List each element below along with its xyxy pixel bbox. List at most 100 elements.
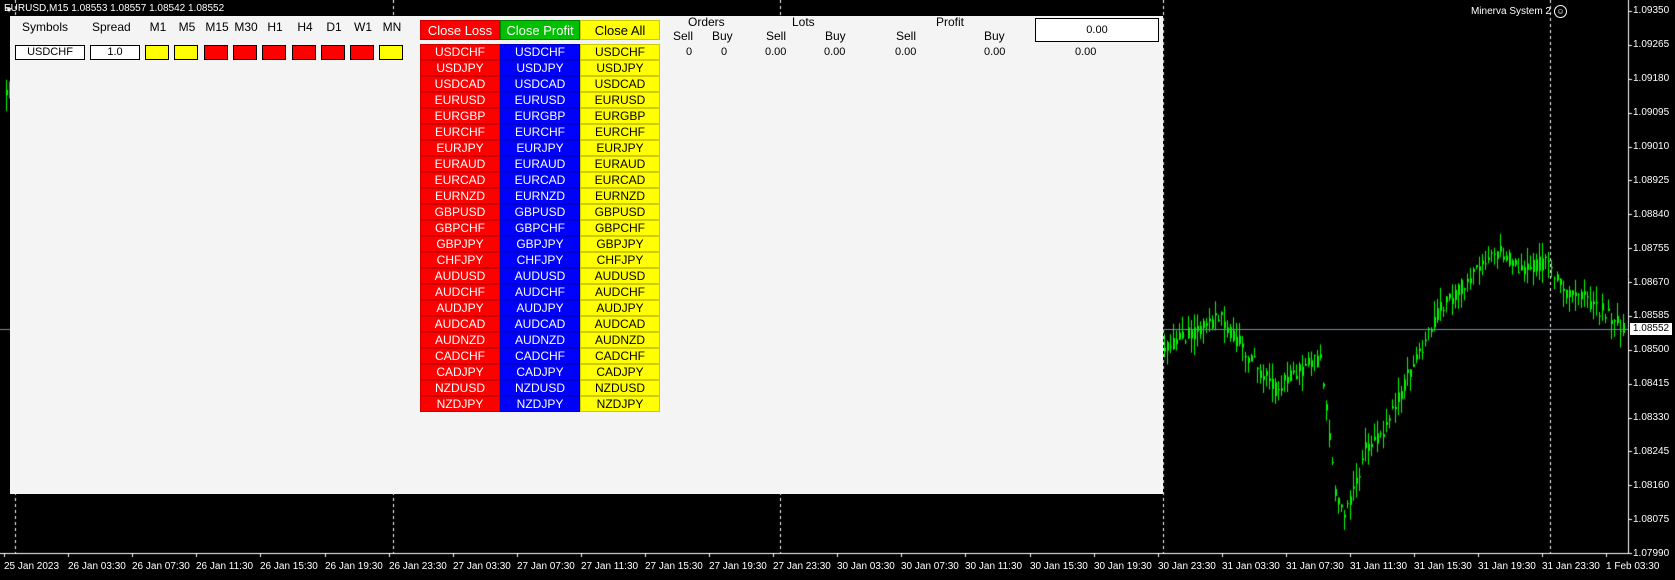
close-loss-button[interactable]: Close Loss [420,20,500,40]
close-loss-pair-button[interactable]: AUDCHF [420,284,500,300]
profit-buy-value: 0.00 [984,46,1006,58]
close-profit-pair-button[interactable]: CADJPY [500,364,580,380]
close-loss-pair-button[interactable]: CADCHF [420,348,500,364]
close-all-pair-button[interactable]: GBPCHF [580,220,660,236]
close-all-pair-button[interactable]: AUDCHF [580,284,660,300]
close-all-pair-button[interactable]: EURJPY [580,140,660,156]
close-all-pair-button[interactable]: CADJPY [580,364,660,380]
close-profit-pair-button[interactable]: EURUSD [500,92,580,108]
total-profit-box: 0.00 [1035,18,1159,42]
timeframe-label: M15 [205,20,229,34]
timeframe-status-indicator [174,45,198,60]
close-all-pair-button[interactable]: CADCHF [580,348,660,364]
close-profit-pair-button[interactable]: CADCHF [500,348,580,364]
close-all-pair-button[interactable]: NZDJPY [580,396,660,412]
close-profit-pair-button[interactable]: EURAUD [500,156,580,172]
close-loss-pair-button[interactable]: GBPJPY [420,236,500,252]
close-loss-pair-button[interactable]: GBPUSD [420,204,500,220]
close-loss-pair-button[interactable]: USDCHF [420,44,500,60]
price-tick-label: 1.08670 [1633,277,1670,288]
close-loss-pair-button[interactable]: EURAUD [420,156,500,172]
close-profit-pair-button[interactable]: AUDJPY [500,300,580,316]
close-loss-pair-button[interactable]: USDJPY [420,60,500,76]
close-profit-pair-button[interactable]: EURCHF [500,124,580,140]
close-all-pair-button[interactable]: EURGBP [580,108,660,124]
close-profit-pair-button[interactable]: CHFJPY [500,252,580,268]
close-all-pair-button[interactable]: EURAUD [580,156,660,172]
price-tick-label: 1.08075 [1633,514,1670,525]
close-loss-pair-button[interactable]: EURCAD [420,172,500,188]
close-profit-pair-button[interactable]: NZDJPY [500,396,580,412]
time-tick-label: 30 Jan 03:30 [837,561,895,572]
close-loss-pair-button[interactable]: EURNZD [420,188,500,204]
timeframe-label: M5 [178,20,196,34]
close-loss-pair-button[interactable]: NZDJPY [420,396,500,412]
close-profit-pair-button[interactable]: GBPCHF [500,220,580,236]
close-loss-pair-button[interactable]: CHFJPY [420,252,500,268]
close-loss-pair-button[interactable]: USDCAD [420,76,500,92]
close-all-pair-button[interactable]: USDCHF [580,44,660,60]
orders-buy-label: Buy [712,29,733,43]
close-all-pair-button[interactable]: EURUSD [580,92,660,108]
time-tick-label: 26 Jan 07:30 [132,561,190,572]
close-profit-pair-button[interactable]: AUDCHF [500,284,580,300]
close-loss-pair-button[interactable]: AUDUSD [420,268,500,284]
close-all-pair-button[interactable]: AUDNZD [580,332,660,348]
price-tick-label: 1.08245 [1633,446,1670,457]
close-profit-pair-button[interactable]: GBPUSD [500,204,580,220]
close-profit-pair-button[interactable]: AUDUSD [500,268,580,284]
timeframe-status-indicator [262,45,286,60]
close-profit-pair-button[interactable]: AUDNZD [500,332,580,348]
close-all-pair-button[interactable]: EURNZD [580,188,660,204]
close-profit-pair-button[interactable]: EURNZD [500,188,580,204]
close-all-pair-button[interactable]: EURCAD [580,172,660,188]
close-loss-pair-button[interactable]: GBPCHF [420,220,500,236]
close-profit-pair-button[interactable]: NZDUSD [500,380,580,396]
time-tick-label: 26 Jan 03:30 [68,561,126,572]
orders-buy-value: 0 [721,46,728,58]
close-all-pair-button[interactable]: NZDUSD [580,380,660,396]
time-tick-label: 31 Jan 15:30 [1414,561,1472,572]
close-profit-pair-button[interactable]: GBPJPY [500,236,580,252]
close-all-pair-button[interactable]: AUDUSD [580,268,660,284]
close-all-button[interactable]: Close All [580,20,660,40]
close-loss-pair-button[interactable]: AUDCAD [420,316,500,332]
orders-label: Orders [688,15,725,29]
timeframe-status-indicator [233,45,257,60]
time-tick-label: 31 Jan 03:30 [1222,561,1280,572]
close-profit-pair-button[interactable]: USDCHF [500,44,580,60]
close-profit-pair-button[interactable]: AUDCAD [500,316,580,332]
close-loss-pair-button[interactable]: EURJPY [420,140,500,156]
close-loss-pair-button[interactable]: AUDJPY [420,300,500,316]
close-profit-button[interactable]: Close Profit [500,20,580,40]
timeframe-status-indicator [292,45,316,60]
close-all-pair-button[interactable]: AUDJPY [580,300,660,316]
close-all-pair-button[interactable]: USDCAD [580,76,660,92]
profit-sell-value: 0.00 [895,46,917,58]
close-loss-pair-button[interactable]: EURUSD [420,92,500,108]
price-tick-label: 1.09095 [1633,107,1670,118]
close-all-pair-button[interactable]: GBPUSD [580,204,660,220]
close-all-pair-button[interactable]: CHFJPY [580,252,660,268]
close-all-pair-button[interactable]: GBPJPY [580,236,660,252]
lots-sell-label: Sell [766,29,787,43]
close-loss-pair-button[interactable]: CADJPY [420,364,500,380]
close-profit-pair-button[interactable]: USDCAD [500,76,580,92]
close-loss-pair-button[interactable]: NZDUSD [420,380,500,396]
close-profit-pair-button[interactable]: EURJPY [500,140,580,156]
close-all-pair-button[interactable]: AUDCAD [580,316,660,332]
symbol-input[interactable]: USDCHF [15,45,85,60]
close-loss-pair-button[interactable]: AUDNZD [420,332,500,348]
close-all-pair-button[interactable]: USDJPY [580,60,660,76]
close-loss-pair-button[interactable]: EURGBP [420,108,500,124]
price-tick-label: 1.09010 [1633,141,1670,152]
timeframe-label: H1 [267,20,283,34]
timeframe-status-indicator [321,45,345,60]
close-profit-pair-button[interactable]: EURCAD [500,172,580,188]
close-loss-pair-button[interactable]: EURCHF [420,124,500,140]
time-tick-label: 1 Feb 03:30 [1606,561,1660,572]
close-all-pair-button[interactable]: EURCHF [580,124,660,140]
profit-label: Profit [936,15,965,29]
close-profit-pair-button[interactable]: EURGBP [500,108,580,124]
close-profit-pair-button[interactable]: USDJPY [500,60,580,76]
